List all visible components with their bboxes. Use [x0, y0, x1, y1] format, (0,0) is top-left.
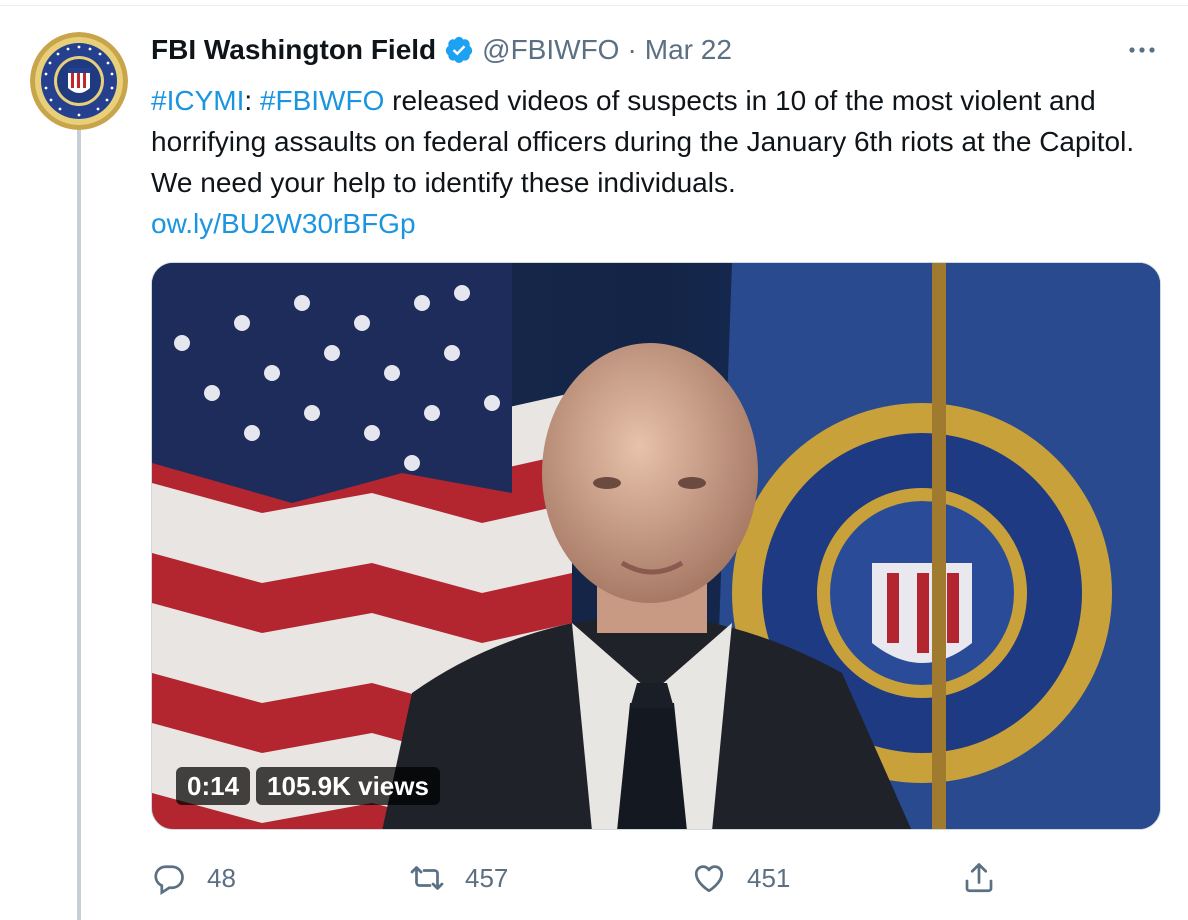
tweet-link[interactable]: ow.ly/BU2W30rBFGp	[151, 208, 416, 239]
retweet-button[interactable]: 457	[409, 855, 508, 901]
tweet-header: FBI Washington Field @FBIWFO · Mar 22	[151, 28, 732, 72]
reply-count: 48	[207, 862, 236, 893]
hashtag-icymi[interactable]: #ICYMI	[151, 85, 244, 116]
video-player[interactable]: 0:14 105.9K views	[151, 262, 1161, 830]
separator-dot: ·	[627, 34, 637, 65]
share-button[interactable]	[961, 855, 997, 901]
verified-badge-icon	[444, 35, 474, 65]
video-views: 105.9K views	[256, 767, 440, 805]
thread-connector-line	[77, 128, 81, 920]
display-name[interactable]: FBI Washington Field	[151, 34, 436, 66]
tweet-text: #ICYMI: #FBIWFO released videos of suspe…	[151, 80, 1161, 244]
retweet-icon	[410, 866, 444, 890]
video-overlay: 0:14 105.9K views	[176, 767, 440, 805]
retweet-count: 457	[465, 862, 509, 893]
like-button[interactable]: 451	[691, 855, 790, 901]
video-thumbnail	[152, 263, 1160, 829]
hashtag-fbiwfo[interactable]: #FBIWFO	[260, 85, 384, 116]
fbi-seal-image	[30, 32, 128, 130]
more-icon[interactable]	[1124, 38, 1160, 62]
handle[interactable]: @FBIWFO	[482, 34, 619, 66]
profile-avatar[interactable]	[30, 32, 128, 130]
reply-icon	[154, 865, 184, 896]
like-count: 451	[747, 862, 791, 893]
top-divider	[0, 0, 1188, 6]
heart-icon	[694, 865, 724, 893]
tweet-actions: 48 457 451	[151, 855, 1161, 901]
video-duration: 0:14	[176, 767, 251, 805]
reply-button[interactable]: 48	[151, 855, 236, 901]
tweet-text-colon: :	[244, 85, 260, 116]
tweet-date[interactable]: Mar 22	[645, 34, 732, 66]
share-icon	[965, 863, 993, 893]
